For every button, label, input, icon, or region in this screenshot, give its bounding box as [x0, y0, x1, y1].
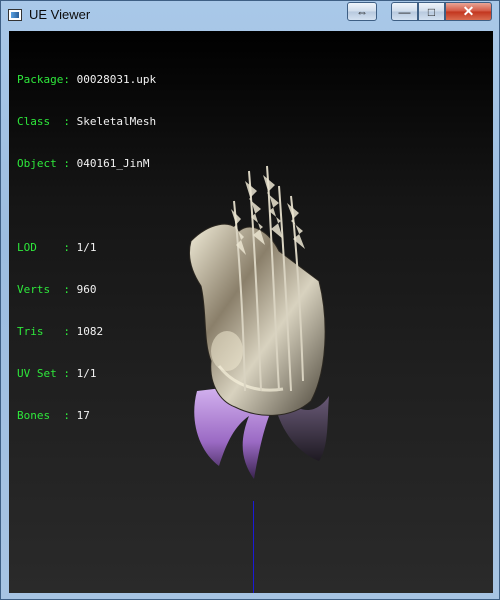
- info-row-bones: Bones : 17: [17, 409, 90, 422]
- info-row-tris: Tris : 1082: [17, 325, 104, 338]
- info-row-verts: Verts : 960: [17, 283, 97, 296]
- info-row-uvset: UV Set : 1/1: [17, 367, 97, 380]
- info-spacer: [17, 199, 156, 213]
- close-icon: ✕: [462, 3, 475, 19]
- minimize-button[interactable]: —: [391, 2, 418, 21]
- title-bar[interactable]: UE Viewer ⇔ — □ ✕: [1, 1, 499, 29]
- close-button[interactable]: ✕: [445, 2, 492, 21]
- app-window: UE Viewer ⇔ — □ ✕ Package: 00028031.upk …: [0, 0, 500, 600]
- info-row-object: Object : 040161_JinM: [17, 157, 150, 170]
- z-axis-line: [253, 501, 254, 593]
- mesh-info-panel: Package: 00028031.upk Class : SkeletalMe…: [17, 45, 156, 451]
- mesh-render: [188, 165, 329, 479]
- swap-button[interactable]: ⇔: [347, 2, 377, 21]
- maximize-button[interactable]: □: [418, 2, 445, 21]
- render-viewport[interactable]: Package: 00028031.upk Class : SkeletalMe…: [9, 31, 493, 593]
- info-row-lod: LOD : 1/1: [17, 241, 97, 254]
- info-row-class: Class : SkeletalMesh: [17, 115, 157, 128]
- swap-icon: ⇔: [356, 4, 368, 19]
- maximize-icon: □: [427, 4, 436, 19]
- minimize-icon: —: [398, 4, 411, 19]
- window-title: UE Viewer: [29, 7, 91, 22]
- app-icon: [8, 9, 22, 21]
- info-row-package: Package: 00028031.upk: [17, 73, 157, 86]
